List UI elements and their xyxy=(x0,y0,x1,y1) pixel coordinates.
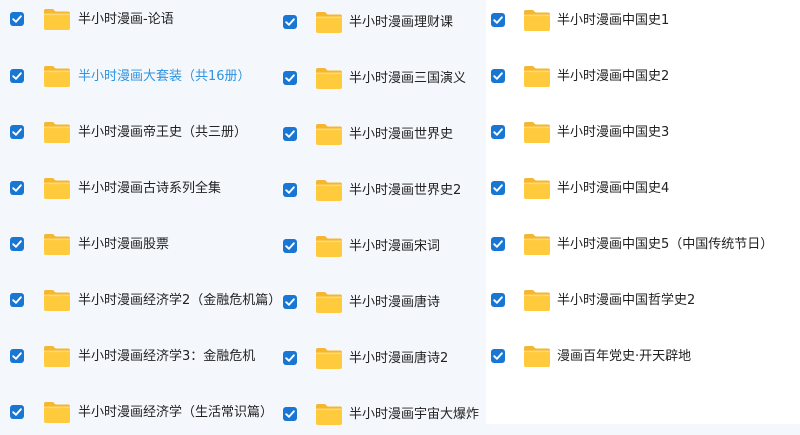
folder-icon xyxy=(523,288,551,312)
folder-icon xyxy=(43,176,71,200)
file-row[interactable]: 半小时漫画中国史3 xyxy=(486,113,800,153)
file-row[interactable]: 半小时漫画中国史2 xyxy=(486,57,800,97)
folder-icon xyxy=(43,288,71,312)
file-name-label[interactable]: 半小时漫画经济学3：金融危机 xyxy=(78,349,255,365)
checkbox-checked-icon[interactable] xyxy=(283,239,297,253)
file-row[interactable]: 半小时漫画唐诗2 xyxy=(278,339,486,379)
file-name-label[interactable]: 半小时漫画经济学2（金融危机篇） xyxy=(78,293,281,309)
file-name-label[interactable]: 半小时漫画中国史5（中国传统节日） xyxy=(557,237,773,253)
file-name-label[interactable]: 半小时漫画古诗系列全集 xyxy=(78,181,221,197)
file-row[interactable]: 半小时漫画经济学3：金融危机 xyxy=(0,337,278,377)
folder-icon xyxy=(315,122,343,146)
file-row[interactable]: 半小时漫画世界史 xyxy=(278,115,486,155)
folder-icon xyxy=(43,64,71,88)
file-name-label[interactable]: 半小时漫画中国哲学史2 xyxy=(557,293,695,309)
checkbox-checked-icon[interactable] xyxy=(491,237,505,251)
folder-icon xyxy=(523,232,551,256)
folder-icon xyxy=(43,232,71,256)
file-name-label[interactable]: 半小时漫画中国史4 xyxy=(557,181,669,197)
file-row[interactable]: 半小时漫画唐诗 xyxy=(278,283,486,323)
file-row[interactable]: 半小时漫画-论语 xyxy=(0,0,278,40)
checkbox-checked-icon[interactable] xyxy=(491,349,505,363)
checkbox-checked-icon[interactable] xyxy=(283,127,297,141)
file-column-2: 半小时漫画理财课 半小时漫画三国演义 半小时漫画世界史 半小时漫画世界史2 半小时漫画宋… xyxy=(278,0,486,425)
checkbox-checked-icon[interactable] xyxy=(283,183,297,197)
checkbox-checked-icon[interactable] xyxy=(491,125,505,139)
folder-icon xyxy=(315,178,343,202)
file-row[interactable]: 半小时漫画世界史2 xyxy=(278,171,486,211)
file-name-label[interactable]: 半小时漫画经济学（生活常识篇） xyxy=(78,405,273,421)
file-name-label[interactable]: 半小时漫画世界史2 xyxy=(349,183,461,199)
file-row[interactable]: 半小时漫画宇宙大爆炸 xyxy=(278,395,486,435)
file-name-label[interactable]: 半小时漫画中国史3 xyxy=(557,125,669,141)
file-row[interactable]: 半小时漫画中国史1 xyxy=(486,1,800,41)
file-name-label[interactable]: 半小时漫画-论语 xyxy=(78,12,174,28)
file-name-label[interactable]: 半小时漫画世界史 xyxy=(349,127,453,143)
checkbox-checked-icon[interactable] xyxy=(10,405,24,419)
checkbox-checked-icon[interactable] xyxy=(283,351,297,365)
file-row[interactable]: 半小时漫画宋词 xyxy=(278,227,486,267)
file-name-label[interactable]: 半小时漫画三国演义 xyxy=(349,71,466,87)
file-row[interactable]: 半小时漫画中国史5（中国传统节日） xyxy=(486,225,800,265)
folder-icon xyxy=(43,400,71,424)
file-row[interactable]: 半小时漫画中国史4 xyxy=(486,169,800,209)
file-name-label[interactable]: 半小时漫画股票 xyxy=(78,237,169,253)
checkbox-checked-icon[interactable] xyxy=(10,12,24,26)
file-row[interactable]: 半小时漫画股票 xyxy=(0,225,278,265)
folder-icon xyxy=(315,234,343,258)
file-column-3: 半小时漫画中国史1 半小时漫画中国史2 半小时漫画中国史3 半小时漫画中国史4 半小时漫… xyxy=(486,0,800,424)
checkbox-checked-icon[interactable] xyxy=(283,295,297,309)
checkbox-checked-icon[interactable] xyxy=(283,15,297,29)
file-row[interactable]: 半小时漫画经济学2（金融危机篇） xyxy=(0,281,281,321)
folder-icon xyxy=(523,120,551,144)
file-name-label[interactable]: 半小时漫画中国史1 xyxy=(557,13,669,29)
file-name-label[interactable]: 半小时漫画唐诗2 xyxy=(349,351,448,367)
checkbox-checked-icon[interactable] xyxy=(10,237,24,251)
checkbox-checked-icon[interactable] xyxy=(10,181,24,195)
checkbox-checked-icon[interactable] xyxy=(10,293,24,307)
file-name-label[interactable]: 半小时漫画理财课 xyxy=(349,15,453,31)
file-row[interactable]: 半小时漫画三国演义 xyxy=(278,59,486,99)
checkbox-checked-icon[interactable] xyxy=(491,69,505,83)
checkbox-checked-icon[interactable] xyxy=(10,349,24,363)
checkbox-checked-icon[interactable] xyxy=(10,125,24,139)
file-row[interactable]: 半小时漫画帝王史（共三册） xyxy=(0,113,278,153)
file-row[interactable]: 半小时漫画经济学（生活常识篇） xyxy=(0,393,278,433)
folder-icon xyxy=(315,290,343,314)
file-name-label[interactable]: 半小时漫画帝王史（共三册） xyxy=(78,125,247,141)
folder-icon xyxy=(523,64,551,88)
file-column-1: 半小时漫画-论语半小时漫画大套装（共16册） 半小时漫画帝王史（共三册） 半小时漫画… xyxy=(0,0,281,424)
checkbox-checked-icon[interactable] xyxy=(491,181,505,195)
checkbox-checked-icon[interactable] xyxy=(283,407,297,421)
folder-icon xyxy=(523,176,551,200)
folder-icon xyxy=(315,346,343,370)
checkbox-checked-icon[interactable] xyxy=(283,71,297,85)
file-row[interactable]: 半小时漫画古诗系列全集 xyxy=(0,169,278,209)
folder-icon xyxy=(315,10,343,34)
checkbox-checked-icon[interactable] xyxy=(491,13,505,27)
folder-icon xyxy=(315,402,343,426)
file-row[interactable]: 半小时漫画大套装（共16册） xyxy=(0,57,278,97)
file-name-label[interactable]: 半小时漫画中国史2 xyxy=(557,69,669,85)
checkbox-checked-icon[interactable] xyxy=(491,293,505,307)
folder-icon xyxy=(315,66,343,90)
folder-icon xyxy=(43,120,71,144)
folder-icon xyxy=(523,344,551,368)
file-name-label[interactable]: 半小时漫画唐诗 xyxy=(349,295,440,311)
checkbox-checked-icon[interactable] xyxy=(10,69,24,83)
file-name-label[interactable]: 半小时漫画宋词 xyxy=(349,239,440,255)
folder-icon xyxy=(523,8,551,32)
file-row[interactable]: 半小时漫画中国哲学史2 xyxy=(486,281,800,321)
file-name-label[interactable]: 漫画百年党史·开天辟地 xyxy=(557,349,691,365)
folder-icon xyxy=(43,344,71,368)
file-row[interactable]: 半小时漫画理财课 xyxy=(278,3,486,43)
file-name-label[interactable]: 半小时漫画宇宙大爆炸 xyxy=(349,407,479,423)
file-row[interactable]: 漫画百年党史·开天辟地 xyxy=(486,337,800,377)
file-name-label[interactable]: 半小时漫画大套装（共16册） xyxy=(78,69,251,85)
folder-icon xyxy=(43,7,71,31)
